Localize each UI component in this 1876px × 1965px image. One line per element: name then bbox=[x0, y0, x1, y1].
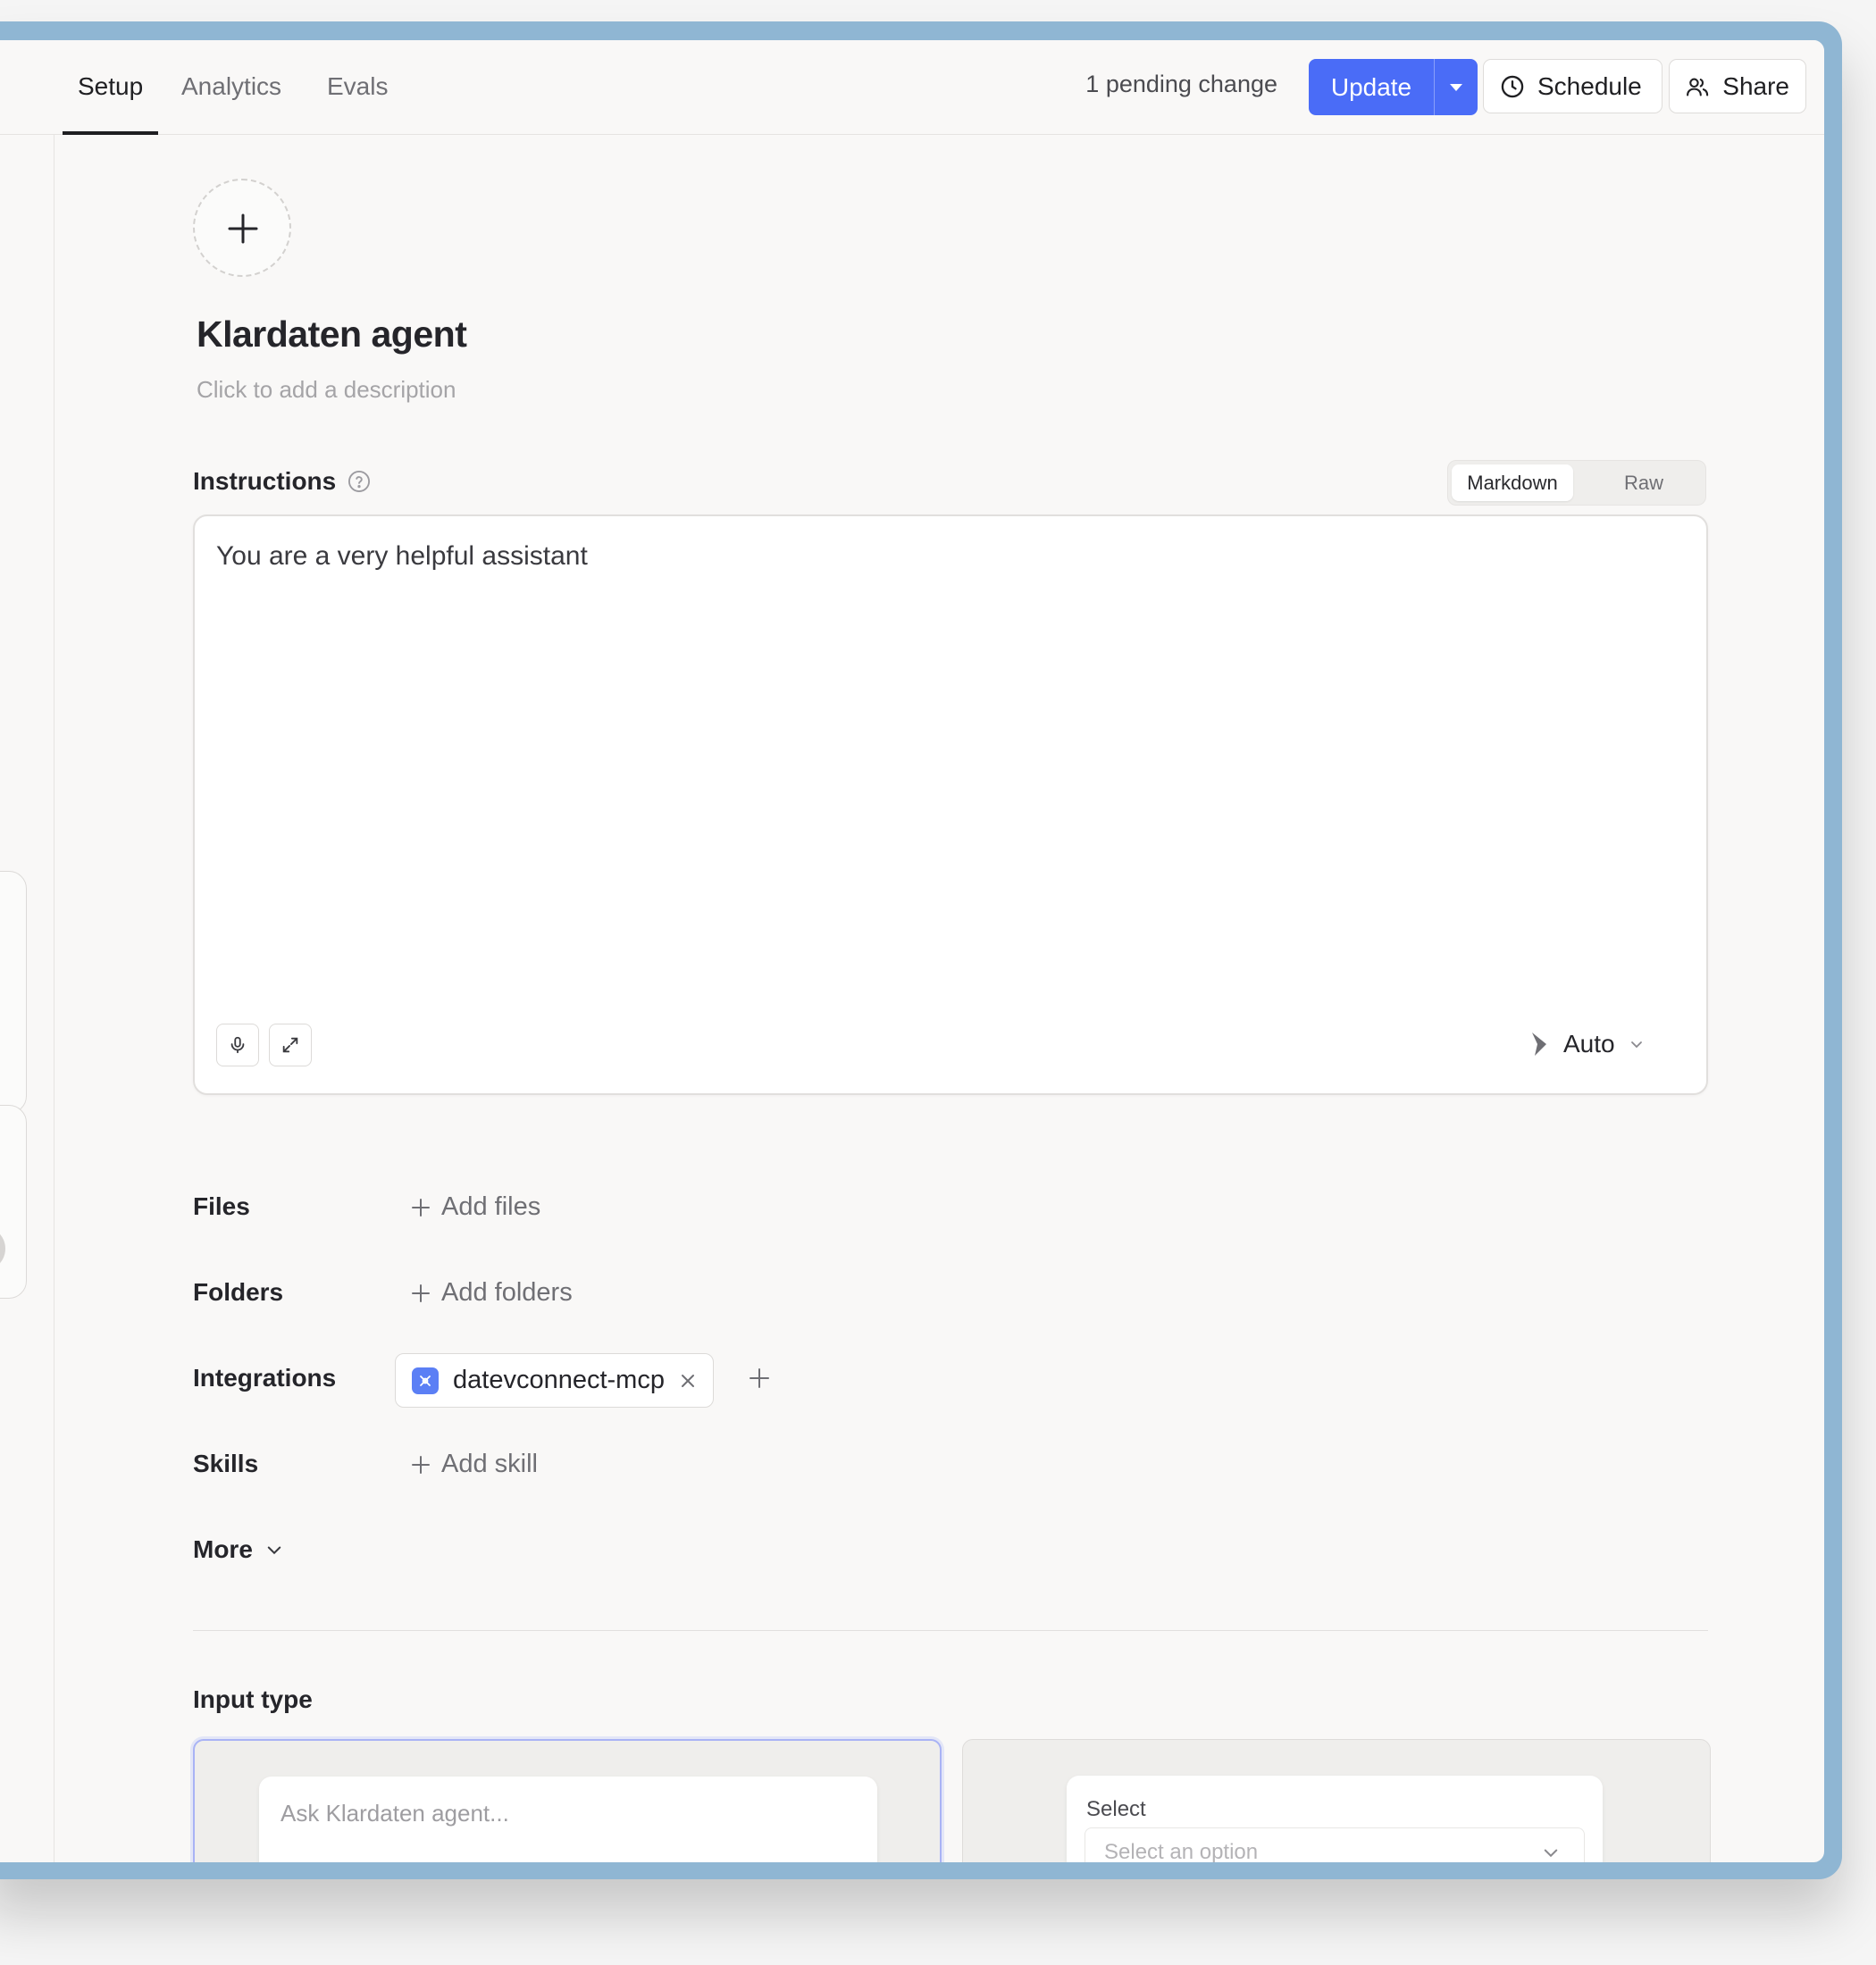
expand-editor-button[interactable] bbox=[269, 1024, 312, 1066]
model-selector[interactable]: Auto bbox=[1529, 1024, 1644, 1065]
tab-evals[interactable]: Evals bbox=[327, 40, 388, 134]
update-options-button[interactable] bbox=[1434, 59, 1478, 115]
select-placeholder: Select an option bbox=[1104, 1840, 1259, 1862]
instructions-label: Instructions bbox=[193, 467, 337, 495]
input-type-chat-option[interactable]: Ask Klardaten agent... bbox=[193, 1739, 942, 1862]
app-window: Setup Analytics Evals 1 pending change U… bbox=[0, 40, 1824, 1862]
update-button[interactable]: Update bbox=[1309, 59, 1434, 115]
update-split-button: Update bbox=[1309, 59, 1478, 115]
add-integration-icon[interactable] bbox=[749, 1367, 770, 1389]
add-files-label: Add files bbox=[441, 1192, 541, 1221]
chevron-down-icon bbox=[267, 1546, 281, 1555]
add-skill-label: Add skill bbox=[441, 1450, 538, 1478]
clock-icon bbox=[1501, 75, 1524, 97]
tab-setup[interactable]: Setup bbox=[62, 40, 159, 135]
plus-icon bbox=[412, 1198, 430, 1217]
plus-icon bbox=[228, 213, 258, 244]
chevron-down-icon bbox=[1630, 1041, 1642, 1049]
select-field-label: Select bbox=[1086, 1797, 1146, 1821]
select-input-preview: Select Select an option bbox=[1067, 1776, 1603, 1862]
caret-down-icon bbox=[1450, 83, 1462, 91]
add-avatar-button[interactable] bbox=[193, 179, 291, 277]
collapsed-panel-edge bbox=[0, 871, 27, 1114]
plus-icon bbox=[412, 1455, 430, 1474]
schedule-button[interactable]: Schedule bbox=[1483, 59, 1662, 113]
folders-label: Folders bbox=[193, 1278, 284, 1306]
pending-change-status: 1 pending change bbox=[1085, 71, 1277, 97]
agent-name-title[interactable]: Klardaten agent bbox=[197, 314, 467, 355]
integration-name: datevconnect-mcp bbox=[453, 1366, 665, 1394]
users-icon bbox=[1687, 78, 1709, 96]
format-toggle: Markdown Raw bbox=[1447, 460, 1706, 506]
integrations-label: Integrations bbox=[193, 1364, 337, 1392]
instructions-editor[interactable]: You are a very helpful assistant Auto bbox=[193, 514, 1708, 1095]
schedule-label: Schedule bbox=[1537, 71, 1642, 100]
expand-icon bbox=[282, 1037, 298, 1053]
collapsed-panel-edge-lower bbox=[0, 1105, 27, 1299]
skills-label: Skills bbox=[193, 1450, 259, 1477]
dictate-button[interactable] bbox=[216, 1024, 259, 1066]
share-label: Share bbox=[1722, 71, 1789, 100]
chat-input-preview: Ask Klardaten agent... bbox=[259, 1777, 877, 1862]
more-label: More bbox=[193, 1535, 253, 1563]
agent-description-placeholder[interactable]: Click to add a description bbox=[197, 376, 456, 404]
files-label: Files bbox=[193, 1192, 250, 1220]
microphone-icon bbox=[230, 1036, 245, 1054]
integration-chip: datevconnect-mcp bbox=[395, 1353, 714, 1408]
add-files-button[interactable]: Add files bbox=[411, 1192, 540, 1222]
chat-input-placeholder: Ask Klardaten agent... bbox=[281, 1800, 509, 1827]
plus-icon bbox=[412, 1284, 430, 1302]
add-skill-button[interactable]: Add skill bbox=[411, 1450, 538, 1479]
input-type-label: Input type bbox=[193, 1685, 313, 1713]
share-button[interactable]: Share bbox=[1669, 59, 1806, 113]
input-type-select-option[interactable]: Select Select an option bbox=[962, 1739, 1711, 1862]
more-toggle[interactable]: More bbox=[193, 1535, 283, 1564]
raw-mode-option[interactable]: Raw bbox=[1605, 464, 1682, 501]
instructions-text[interactable]: You are a very helpful assistant bbox=[216, 541, 588, 572]
model-logo-icon bbox=[1532, 1033, 1546, 1056]
chevron-down-icon bbox=[1544, 1849, 1558, 1858]
section-divider bbox=[193, 1630, 1708, 1631]
integration-logo-icon bbox=[412, 1367, 439, 1394]
tab-analytics[interactable]: Analytics bbox=[181, 40, 281, 134]
model-name: Auto bbox=[1563, 1030, 1615, 1058]
help-circle-icon[interactable] bbox=[347, 469, 372, 494]
markdown-mode-option[interactable]: Markdown bbox=[1452, 464, 1573, 501]
remove-integration-icon[interactable] bbox=[679, 1372, 697, 1390]
top-bar: Setup Analytics Evals 1 pending change U… bbox=[0, 40, 1824, 135]
add-folders-label: Add folders bbox=[441, 1278, 573, 1307]
add-folders-button[interactable]: Add folders bbox=[411, 1278, 573, 1308]
